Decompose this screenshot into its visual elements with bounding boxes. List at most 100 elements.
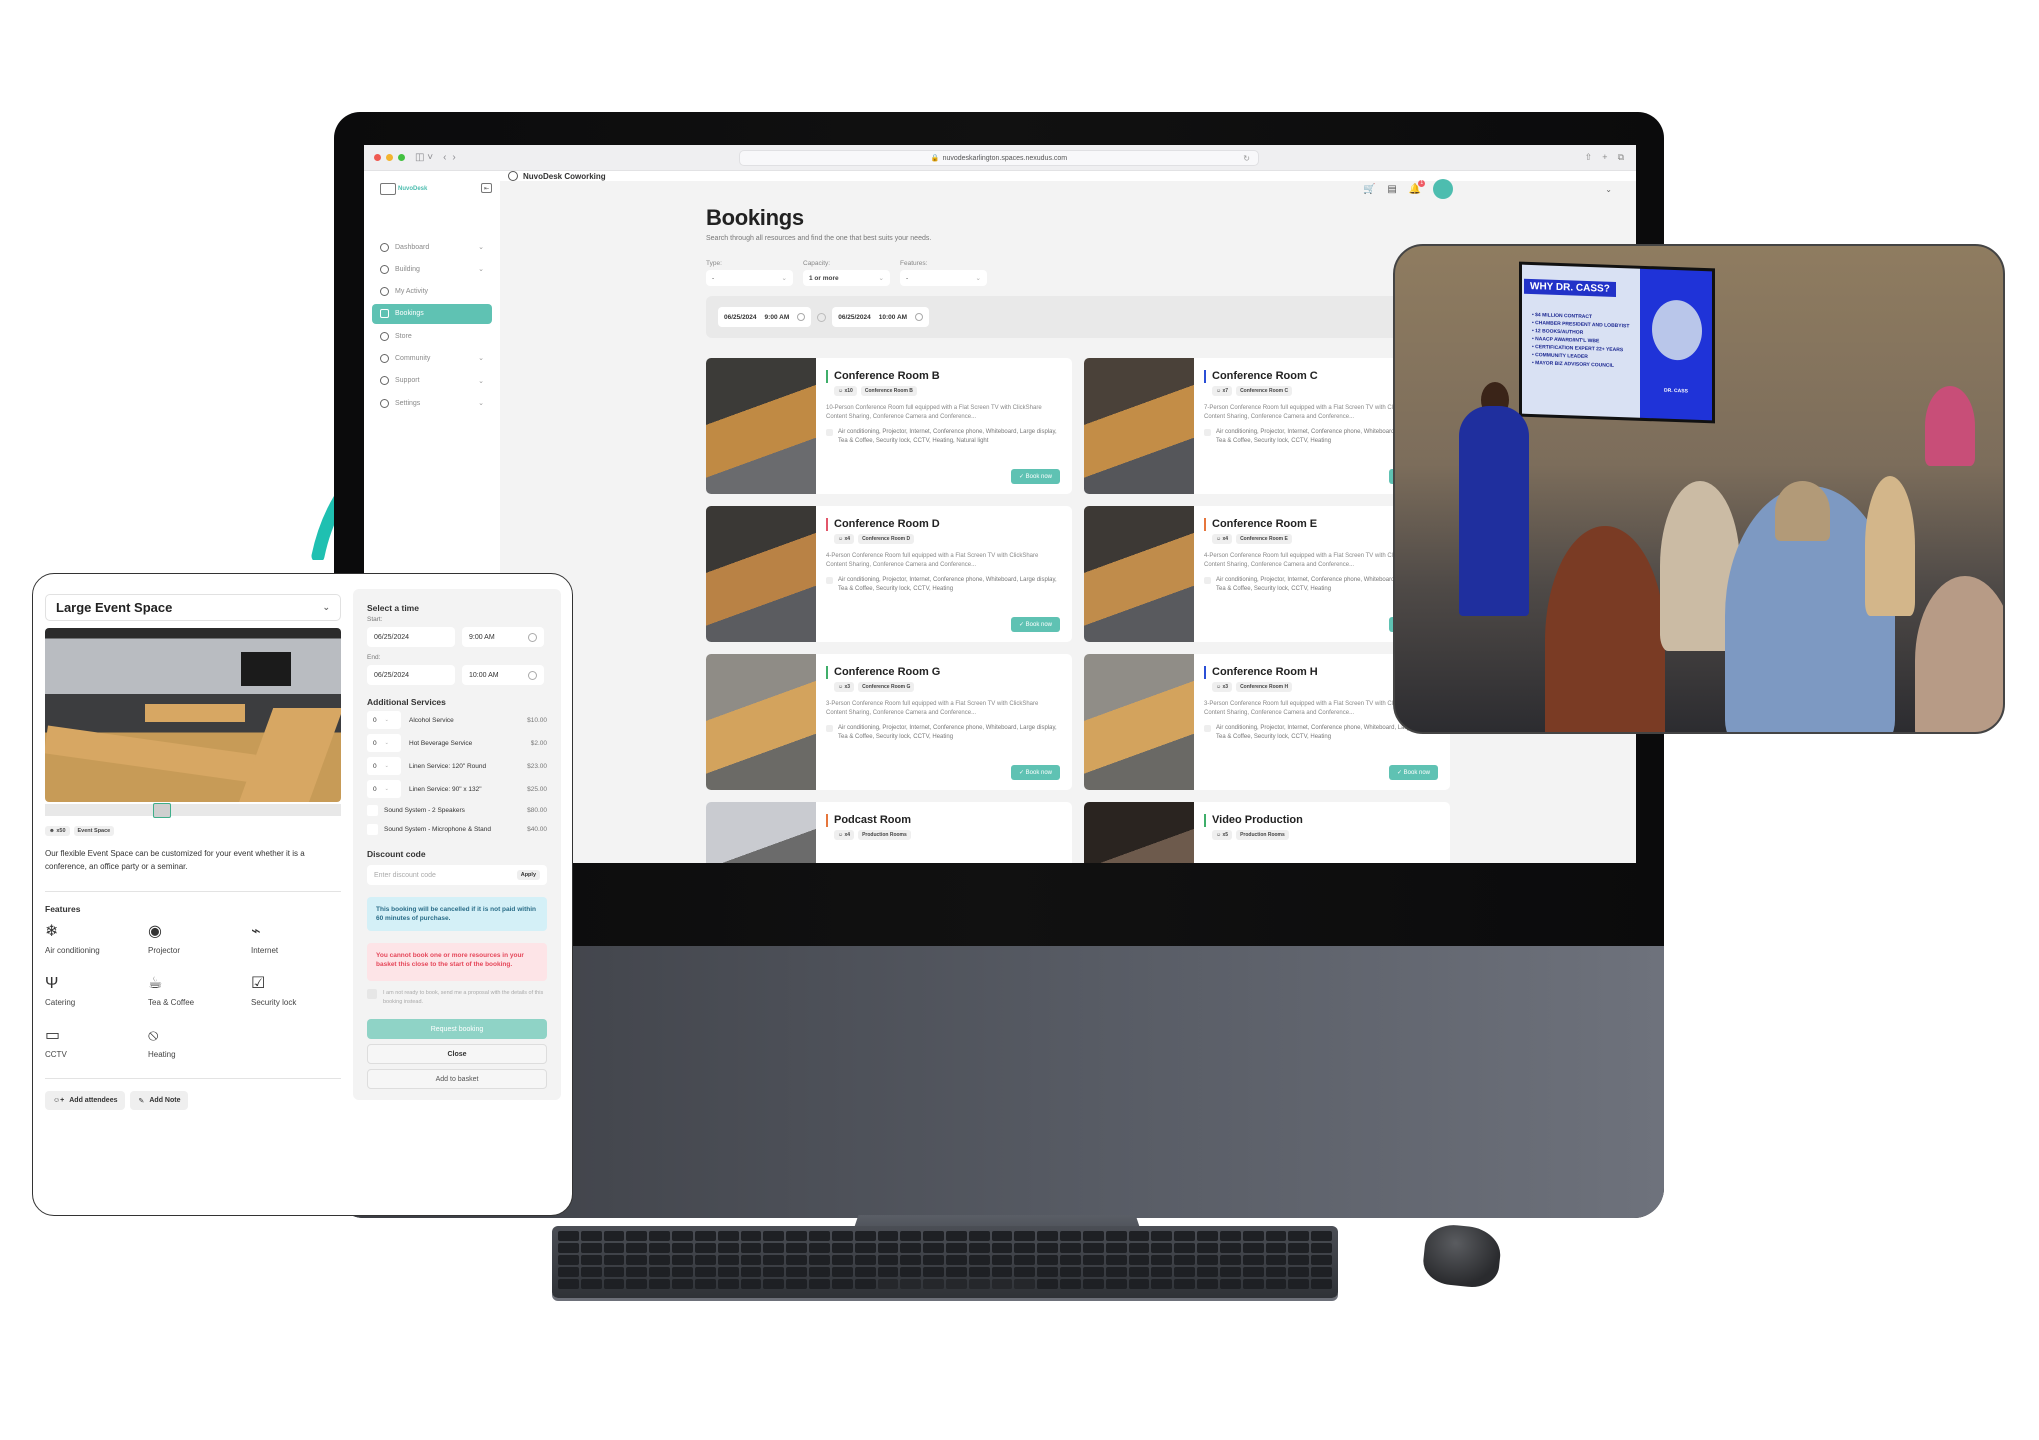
start-datetime[interactable]: 06/25/2024 9:00 AM xyxy=(718,307,812,327)
resource-card-title[interactable]: Podcast Room xyxy=(826,814,1060,827)
end-date-input[interactable]: 06/25/2024 xyxy=(367,665,455,685)
add-note-button[interactable]: ✎ Add Note xyxy=(130,1091,189,1110)
book-now-button[interactable]: ✓ Book now xyxy=(1010,765,1060,780)
resource-card-photo[interactable] xyxy=(1084,358,1194,494)
resource-card-title[interactable]: Video Production xyxy=(1204,814,1438,827)
keyboard-key xyxy=(1014,1267,1036,1277)
end-date-value: 06/25/2024 xyxy=(838,313,871,321)
keyboard-key xyxy=(991,1231,1013,1241)
quantity-value: 0 xyxy=(373,785,377,793)
resource-card-photo[interactable] xyxy=(706,802,816,863)
keyboard-key xyxy=(672,1231,693,1241)
tabs-overview-icon[interactable]: ⧉ xyxy=(1618,152,1624,163)
chevron-down-icon: ⌄ xyxy=(478,355,484,363)
keyboard-key xyxy=(1105,1279,1127,1289)
sidebar-item-my-activity[interactable]: My Activity xyxy=(372,282,492,302)
keyboard-key xyxy=(877,1279,899,1289)
chevron-down-icon: ⌄ xyxy=(478,266,484,274)
features-filter-select[interactable]: - ⌄ xyxy=(900,270,987,286)
share-icon[interactable]: ⇧ xyxy=(1585,152,1593,163)
proposal-checkbox[interactable] xyxy=(367,989,377,999)
resource-card-photo[interactable] xyxy=(706,358,816,494)
sidebar-item-support[interactable]: Support ⌄ xyxy=(372,371,492,391)
book-now-button[interactable]: ✓ Book now xyxy=(1388,765,1438,780)
keyboard-key xyxy=(831,1231,853,1241)
resource-card-photo[interactable] xyxy=(706,654,816,790)
add-to-basket-button[interactable]: Add to basket xyxy=(367,1069,547,1089)
capacity-filter-select[interactable]: 1 or more ⌄ xyxy=(803,270,890,286)
resource-card-photo[interactable] xyxy=(706,506,816,642)
service-quantity-select[interactable]: 0 ⌄ xyxy=(367,711,401,729)
keyboard-key xyxy=(1219,1243,1241,1253)
book-now-button[interactable]: ✓ Book now xyxy=(1010,617,1060,632)
back-icon[interactable]: ‹ xyxy=(443,152,446,163)
chevron-down-icon: ⌄ xyxy=(878,275,884,282)
resource-card-photo[interactable] xyxy=(1084,654,1194,790)
projector-icon: ◉ xyxy=(148,923,162,940)
type-filter-select[interactable]: - ⌄ xyxy=(706,270,793,286)
url-bar[interactable]: 🔒 nuvodeskarlington.spaces.nexudus.com ↻ xyxy=(739,150,1259,166)
discount-code-input[interactable]: Enter discount code Apply xyxy=(367,865,547,885)
resource-card-title[interactable]: Conference Room G xyxy=(826,666,1060,679)
forward-icon[interactable]: › xyxy=(452,152,455,163)
chevron-down-icon: ⌄ xyxy=(384,786,389,792)
keyboard-key xyxy=(672,1255,693,1265)
keyboard-key xyxy=(672,1243,693,1253)
capacity-tag: ☺ x7 xyxy=(1212,386,1233,396)
maximize-window-button[interactable] xyxy=(398,154,405,161)
service-price: $23.00 xyxy=(527,762,547,770)
sidebar-item-settings[interactable]: Settings ⌄ xyxy=(372,393,492,413)
sidebar-toggle-icon[interactable]: ◫ ˅ xyxy=(415,152,433,163)
keyboard-key xyxy=(1265,1255,1287,1265)
feature-item: ⦸ Heating xyxy=(148,1026,251,1068)
service-quantity-select[interactable]: 0 ⌄ xyxy=(367,734,401,752)
resource-card-title[interactable]: Conference Room D xyxy=(826,518,1060,531)
close-window-button[interactable] xyxy=(374,154,381,161)
discount-placeholder: Enter discount code xyxy=(374,871,436,879)
keyboard-key xyxy=(626,1279,648,1289)
audience-member xyxy=(1545,526,1665,732)
organization-name[interactable]: NuvoDesk Coworking xyxy=(508,171,606,181)
page-subtitle: Search through all resources and find th… xyxy=(706,235,932,242)
sidebar-item-store[interactable]: Store xyxy=(372,326,492,346)
collapse-sidebar-button[interactable]: ⇤ xyxy=(481,183,492,193)
reload-icon[interactable]: ↻ xyxy=(1243,154,1250,163)
category-tag: Event Space xyxy=(73,826,115,836)
keyboard-key xyxy=(809,1243,830,1253)
book-now-button[interactable]: ✓ Book now xyxy=(1010,469,1060,484)
start-time-input[interactable]: 9:00 AM xyxy=(462,627,544,647)
feature-label: Tea & Coffee xyxy=(148,998,195,1007)
service-quantity-select[interactable]: 0 ⌄ xyxy=(367,780,401,798)
apply-discount-button[interactable]: Apply xyxy=(516,870,540,880)
sidebar-item-community[interactable]: Community ⌄ xyxy=(372,348,492,368)
resource-card-photo[interactable] xyxy=(1084,802,1194,863)
end-time-input[interactable]: 10:00 AM xyxy=(462,665,544,685)
browser-toolbar: ◫ ˅ ‹ › 🔒 nuvodeskarlington.spaces.nexud… xyxy=(364,145,1636,171)
nuvodesk-logo[interactable]: NuvoDesk xyxy=(372,183,492,195)
service-checkbox[interactable] xyxy=(367,804,378,816)
keyboard-key xyxy=(763,1267,785,1277)
add-attendees-button[interactable]: ☺+ Add attendees xyxy=(45,1091,126,1110)
new-tab-icon[interactable]: + xyxy=(1602,152,1607,163)
sidebar-item-building[interactable]: Building ⌄ xyxy=(372,259,492,279)
keyboard-key xyxy=(900,1267,922,1277)
keyboard-key xyxy=(854,1231,876,1241)
start-date-input[interactable]: 06/25/2024 xyxy=(367,627,455,647)
active-thumbnail[interactable] xyxy=(153,803,171,818)
sidebar-item-bookings[interactable]: Bookings xyxy=(372,303,492,324)
photo-thumbnail-strip[interactable] xyxy=(45,803,341,818)
resource-select[interactable]: Large Event Space ⌄ xyxy=(45,594,341,621)
resource-card-title[interactable]: Conference Room B xyxy=(826,370,1060,383)
request-booking-button[interactable]: Request booking xyxy=(367,1019,547,1039)
keyboard-key xyxy=(1151,1267,1173,1277)
end-datetime[interactable]: 06/25/2024 10:00 AM xyxy=(832,307,930,327)
resource-card-photo[interactable] xyxy=(1084,506,1194,642)
service-quantity-select[interactable]: 0 ⌄ xyxy=(367,757,401,775)
service-name: Alcohol Service xyxy=(409,716,454,724)
keyboard-key xyxy=(580,1231,602,1241)
close-button[interactable]: Close xyxy=(367,1044,547,1064)
capacity-filter-label: Capacity: xyxy=(803,260,831,267)
minimize-window-button[interactable] xyxy=(386,154,393,161)
service-checkbox[interactable] xyxy=(367,823,378,835)
sidebar-item-dashboard[interactable]: Dashboard ⌄ xyxy=(372,237,492,257)
